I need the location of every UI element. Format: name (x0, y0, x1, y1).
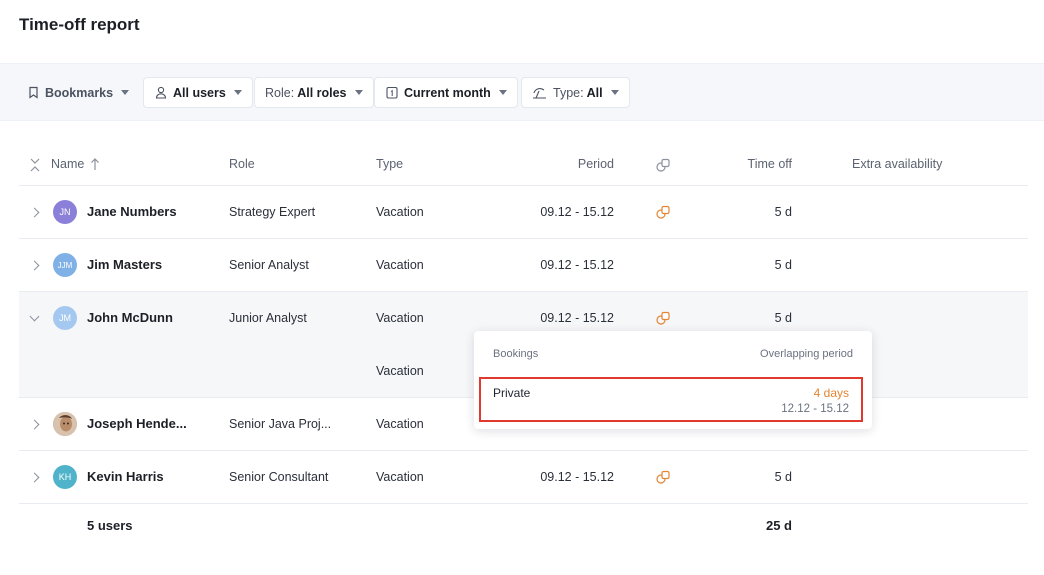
overlap-icon[interactable] (655, 310, 671, 326)
user-name[interactable]: Kevin Harris (87, 469, 164, 484)
users-filter[interactable]: All users (143, 77, 253, 108)
avatar: KH (53, 465, 77, 489)
overlap-icon[interactable] (655, 469, 671, 485)
period-cell: 09.12 - 15.12 (540, 205, 614, 219)
total-time-off: 25 d (765, 518, 792, 533)
user-name[interactable]: Jim Masters (87, 257, 162, 272)
user-name[interactable]: John McDunn (87, 310, 173, 325)
role-cell: Junior Analyst (229, 311, 307, 325)
beach-umbrella-icon (532, 86, 548, 100)
type-cell: Vacation (376, 311, 424, 325)
role-cell: Senior Analyst (229, 258, 309, 272)
period-cell: 09.12 - 15.12 (540, 470, 614, 484)
calendar-icon (385, 86, 399, 100)
collapse-all-icon[interactable] (29, 157, 45, 173)
time-off-cell: 5 d (774, 311, 792, 325)
type-filter-label: Type: (553, 85, 584, 100)
type-cell: Vacation (376, 470, 424, 484)
type-filter-value: All (586, 85, 603, 100)
role-filter-label: Role: (265, 85, 295, 100)
user-name[interactable]: Jane Numbers (87, 204, 177, 219)
role-cell: Senior Java Proj... (229, 417, 332, 431)
period-filter[interactable]: Current month (374, 77, 518, 108)
avatar-photo (53, 412, 77, 436)
users-filter-value: All users (173, 85, 226, 100)
sort-ascending-icon[interactable] (90, 157, 106, 173)
chevron-down-icon (121, 90, 130, 95)
role-filter-value: All roles (297, 85, 347, 100)
overlap-popup: Bookings Overlapping period Private 4 da… (474, 331, 872, 429)
role-cell: Strategy Expert (229, 205, 316, 219)
column-header-name[interactable]: Name (51, 157, 84, 171)
booking-item[interactable]: Private 4 days 12.12 - 15.12 (479, 377, 863, 422)
bookmarks-dropdown[interactable]: Bookmarks (20, 77, 135, 108)
booking-days: 4 days (813, 386, 849, 400)
popup-header-overlap: Overlapping period (760, 348, 853, 360)
avatar: JJM (53, 253, 77, 277)
chevron-down-icon (354, 90, 363, 95)
column-header-role[interactable]: Role (229, 157, 255, 171)
overlap-header-icon (655, 157, 671, 173)
period-cell: 09.12 - 15.12 (540, 311, 614, 325)
bookmark-icon (26, 86, 40, 100)
column-header-period[interactable]: Period (515, 157, 614, 171)
total-users: 5 users (87, 518, 133, 533)
user-name[interactable]: Joseph Hende... (87, 416, 187, 431)
overlap-icon[interactable] (655, 204, 671, 220)
period-cell: 09.12 - 15.12 (540, 258, 614, 272)
filter-bar: Bookmarks All users Role: All roles Curr… (0, 63, 1044, 121)
avatar: JN (53, 200, 77, 224)
type-cell: Vacation (376, 205, 424, 219)
role-cell: Senior Consultant (229, 470, 329, 484)
bookmarks-label: Bookmarks (45, 85, 114, 100)
avatar: JM (53, 306, 77, 330)
column-header-extra-availability[interactable]: Extra availability (852, 157, 942, 171)
time-off-cell: 5 d (774, 205, 792, 219)
column-header-type[interactable]: Type (376, 157, 403, 171)
chevron-down-icon (610, 90, 619, 95)
sub-row-type: Vacation (376, 364, 424, 378)
page-title: Time-off report (19, 15, 140, 34)
popup-header-bookings: Bookings (493, 348, 539, 360)
time-off-cell: 5 d (774, 470, 792, 484)
type-filter[interactable]: Type: All (521, 77, 630, 108)
period-filter-value: Current month (404, 85, 491, 100)
chevron-down-icon (233, 90, 242, 95)
booking-label: Private (493, 386, 531, 400)
divider (19, 503, 1028, 504)
role-filter[interactable]: Role: All roles (254, 77, 374, 108)
booking-period: 12.12 - 15.12 (781, 403, 849, 415)
type-cell: Vacation (376, 258, 424, 272)
user-icon (154, 86, 168, 100)
time-off-cell: 5 d (774, 258, 792, 272)
chevron-down-icon (498, 90, 507, 95)
column-header-time-off[interactable]: Time off (712, 157, 792, 171)
type-cell: Vacation (376, 417, 424, 431)
